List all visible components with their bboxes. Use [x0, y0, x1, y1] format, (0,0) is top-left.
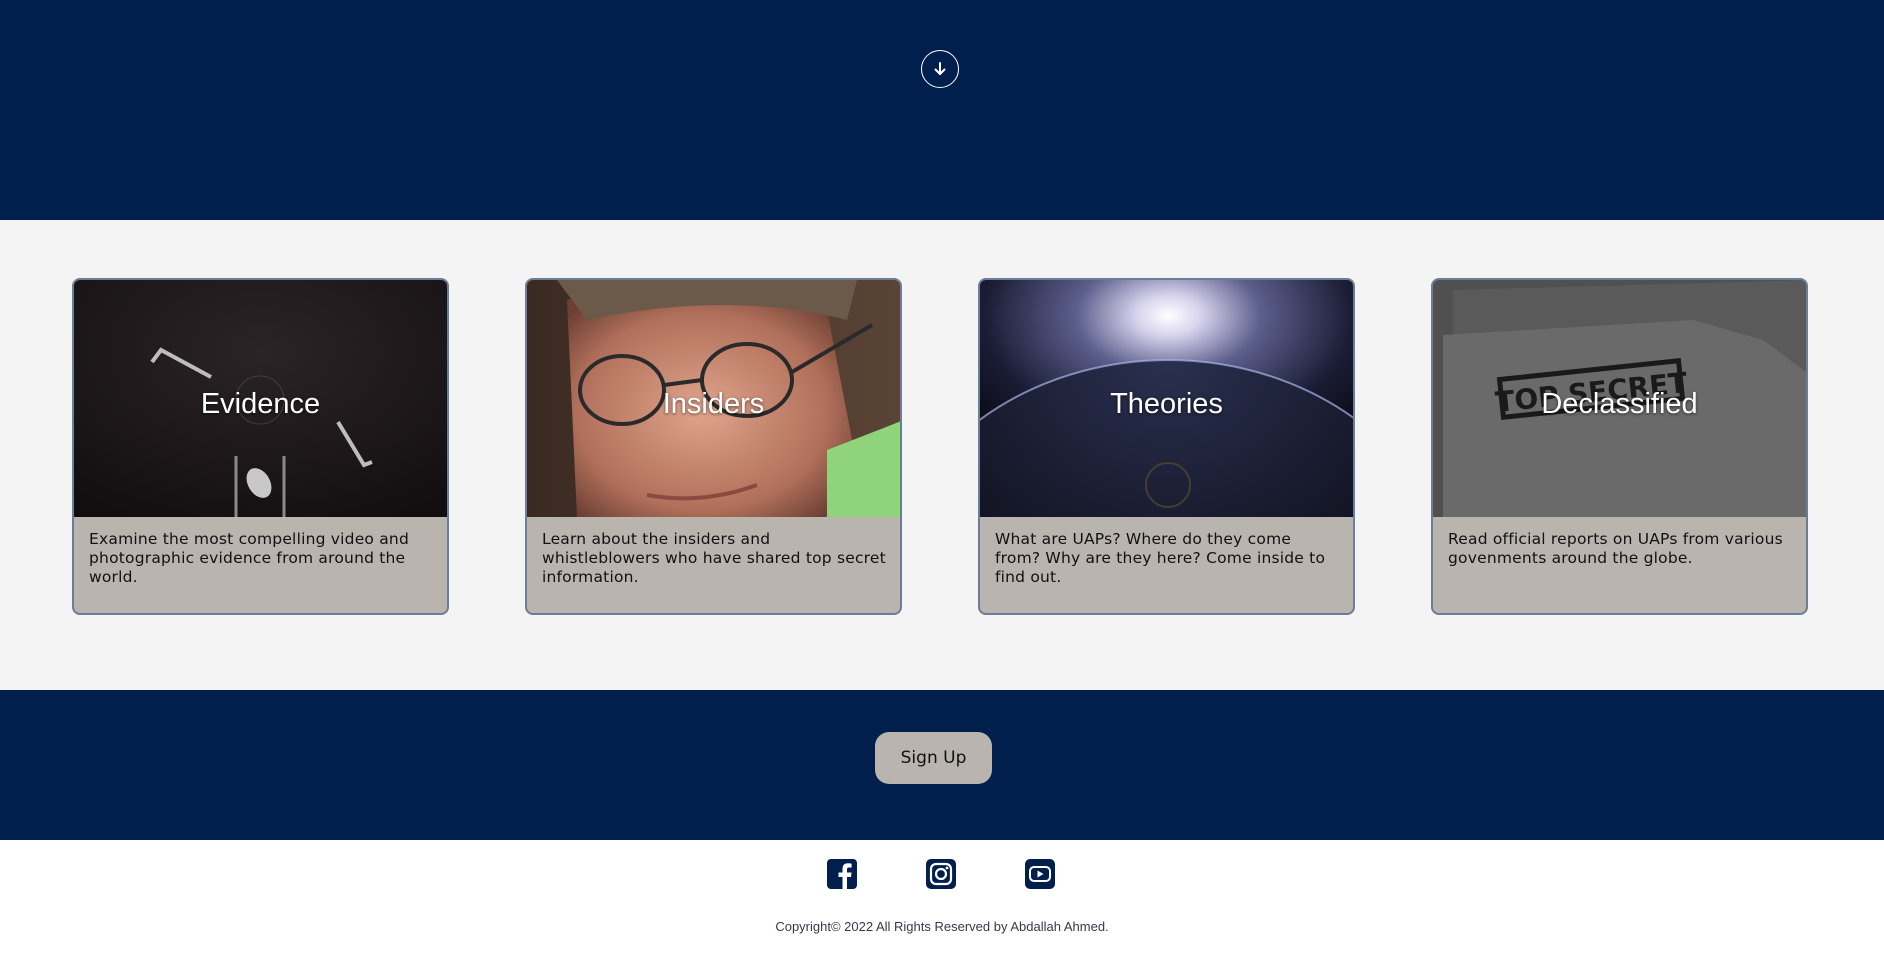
card-title: Declassified	[1541, 388, 1698, 420]
card-title: Insiders	[662, 388, 765, 420]
youtube-icon[interactable]	[1024, 858, 1056, 890]
instagram-icon[interactable]	[925, 858, 957, 890]
card-description: Examine the most compelling video and ph…	[89, 530, 409, 586]
card-insiders[interactable]: Insiders Learn about the insiders and wh…	[525, 278, 902, 615]
copyright-text: Copyright© 2022 All Rights Reserved by A…	[775, 919, 1109, 934]
footer: Copyright© 2022 All Rights Reserved by A…	[0, 840, 1884, 953]
card-title: Evidence	[200, 388, 321, 420]
card-title: Theories	[1110, 388, 1223, 420]
hero-section	[0, 0, 1884, 220]
facebook-icon[interactable]	[826, 858, 858, 890]
card-evidence[interactable]: Evidence Examine the most compelling vid…	[72, 278, 449, 615]
card-description: What are UAPs? Where do they come from? …	[995, 530, 1326, 586]
card-theories[interactable]: Theories What are UAPs? Where do they co…	[978, 278, 1355, 615]
sign-up-button[interactable]: Sign Up	[875, 732, 992, 784]
card-declassified[interactable]: TOP SECRET Declassified Read official re…	[1431, 278, 1808, 615]
scroll-down-button[interactable]	[921, 50, 959, 88]
signup-section: Sign Up	[0, 690, 1884, 840]
categories-section: Evidence Examine the most compelling vid…	[0, 220, 1884, 690]
card-description: Learn about the insiders and whistleblow…	[542, 530, 886, 586]
card-description: Read official reports on UAPs from vario…	[1448, 530, 1783, 567]
arrow-down-icon	[934, 62, 946, 75]
